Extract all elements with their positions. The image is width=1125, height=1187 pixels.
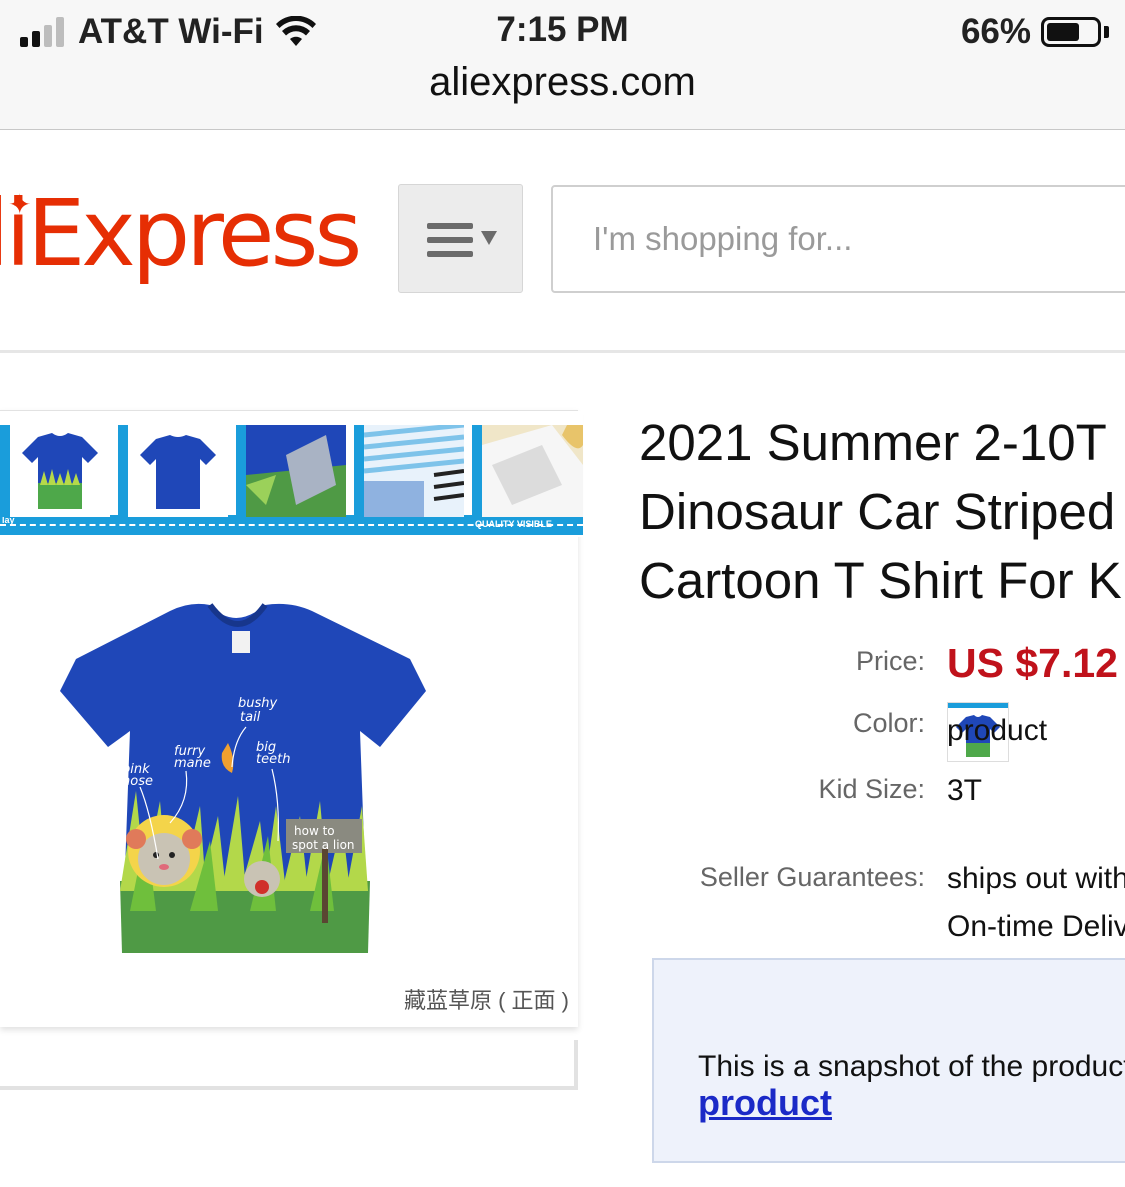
thumbnail-collar[interactable] bbox=[472, 425, 583, 517]
battery-icon bbox=[1041, 17, 1101, 47]
guarantee-line-2: On-time Deliv bbox=[947, 910, 1125, 943]
svg-text:teeth: teeth bbox=[256, 752, 290, 767]
price-value: US $7.12 bbox=[947, 640, 1118, 686]
product-gallery: lay QUALITY VISIBLE how to spot a lion b… bbox=[0, 410, 583, 1027]
price-label: Price: bbox=[855, 646, 925, 676]
category-menu-button[interactable] bbox=[398, 184, 523, 293]
title-line-1: 2021 Summer 2-10T bbox=[639, 414, 1107, 471]
thumbnail-front[interactable] bbox=[0, 425, 120, 517]
image-caption: 藏蓝草原 ( 正面 ) bbox=[404, 988, 569, 1013]
header-divider bbox=[0, 350, 1125, 353]
sign-line-2: spot a lion bbox=[292, 838, 355, 852]
snapshot-notice: This is a snapshot of the product produc… bbox=[652, 958, 1125, 1163]
product-title: 2021 Summer 2-10T Dinosaur Car Striped C… bbox=[639, 408, 1125, 615]
url-bar[interactable]: aliexpress.com bbox=[0, 60, 1125, 105]
thumbnail-fabric[interactable] bbox=[236, 425, 356, 517]
color-label: Color: bbox=[852, 708, 925, 738]
caret-down-icon bbox=[481, 231, 497, 245]
battery-percent: 66% bbox=[960, 12, 1031, 51]
search-input[interactable] bbox=[551, 185, 1125, 293]
guarantee-label: Seller Guarantees: bbox=[699, 862, 925, 892]
browser-top-bar: AT&T Wi-Fi 7:15 PM 66% aliexpress.com bbox=[0, 0, 1125, 130]
guarantee-line-1: ships out with bbox=[947, 862, 1125, 895]
logo-star-icon: ✦ bbox=[8, 189, 32, 220]
thumbnail-strip[interactable]: lay QUALITY VISIBLE bbox=[0, 411, 583, 537]
size-value: 3T bbox=[947, 774, 983, 807]
svg-text:mane: mane bbox=[174, 756, 211, 771]
title-line-2: Dinosaur Car Striped bbox=[639, 483, 1116, 540]
size-label: Kid Size: bbox=[818, 774, 925, 804]
battery-status: 66% bbox=[961, 12, 1109, 52]
snapshot-message: This is a snapshot of the product bbox=[698, 1050, 1125, 1083]
gallery-footer-box bbox=[0, 1040, 578, 1090]
main-product-image[interactable]: how to spot a lion bushy tail big teeth fu… bbox=[50, 591, 450, 971]
svg-text:tail: tail bbox=[240, 710, 261, 725]
sign-line-1: how to bbox=[294, 824, 335, 838]
color-value: product bbox=[947, 714, 1048, 747]
svg-text:nose: nose bbox=[122, 774, 153, 789]
svg-text:bushy: bushy bbox=[238, 696, 278, 711]
product-link[interactable]: product bbox=[698, 1082, 832, 1124]
title-line-3: Cartoon T Shirt For K bbox=[639, 552, 1122, 609]
thumbnail-back[interactable] bbox=[118, 425, 238, 517]
aliexpress-logo[interactable]: liExpress bbox=[0, 180, 362, 287]
menu-icon bbox=[427, 223, 473, 265]
clock: 7:15 PM bbox=[496, 10, 629, 49]
thumbnail-striped[interactable] bbox=[354, 425, 474, 517]
